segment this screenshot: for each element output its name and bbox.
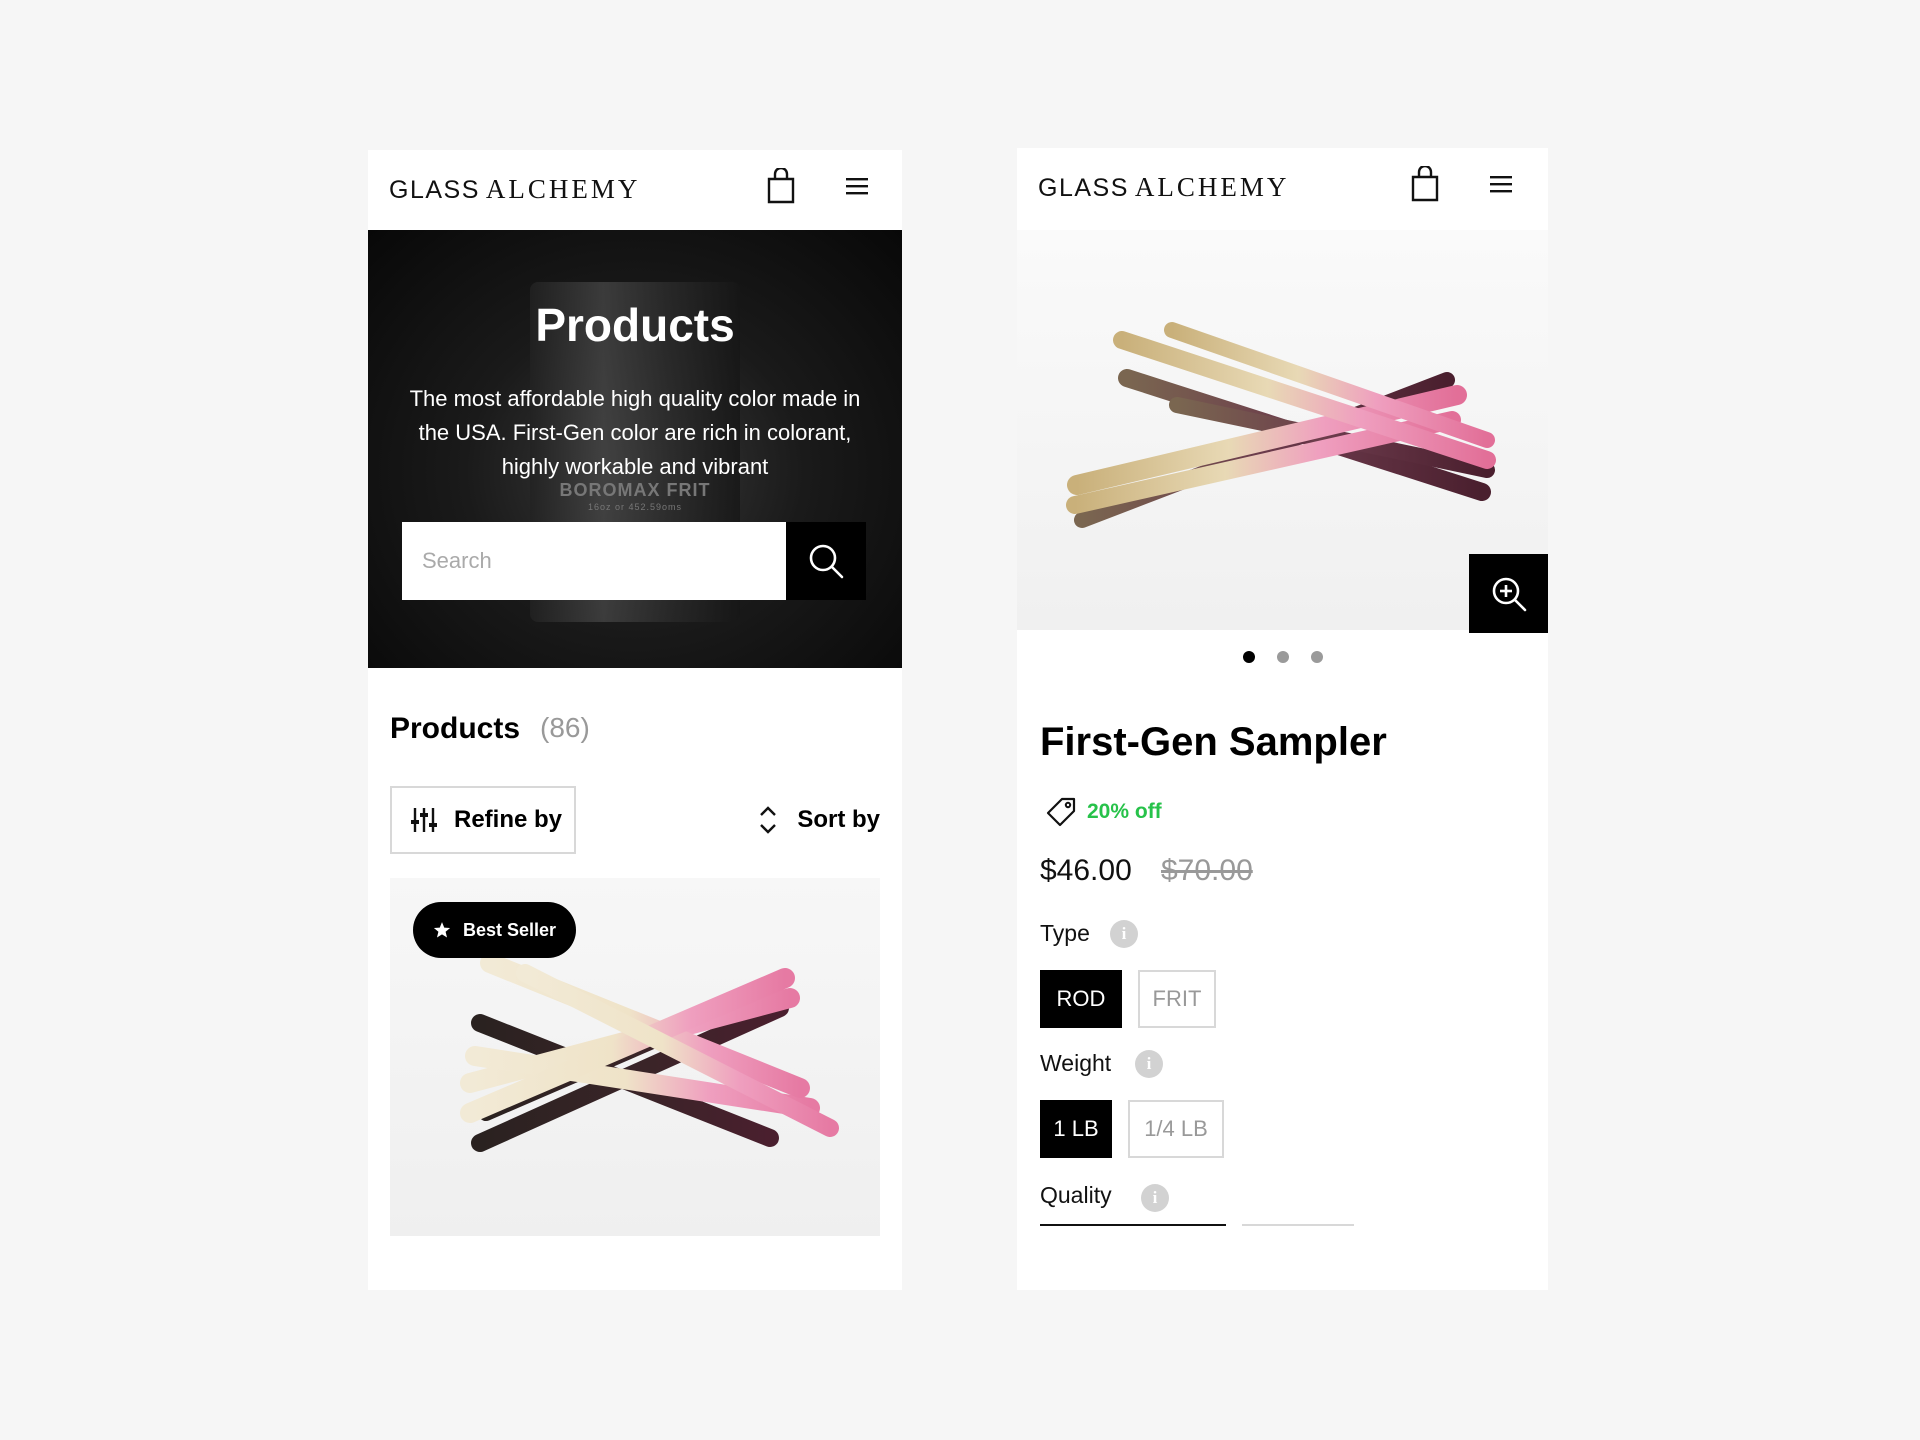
best-seller-label: Best Seller	[463, 919, 557, 940]
site-header: GLASS ALCHEMY	[1017, 148, 1548, 228]
quality-label: Quality	[1040, 1182, 1112, 1208]
weight-option-quarter-lb[interactable]: 1/4 LB	[1128, 1100, 1224, 1158]
shopping-bag-icon[interactable]	[1408, 164, 1442, 202]
zoom-in-icon	[1492, 577, 1526, 611]
discount-indicator: 20% off	[1045, 796, 1162, 828]
type-option-frit[interactable]: FRIT	[1138, 970, 1216, 1028]
products-count: (86)	[540, 712, 590, 743]
carousel-dot-3[interactable]	[1310, 651, 1323, 663]
info-icon[interactable]: i	[1135, 1050, 1163, 1078]
original-price: $70.00	[1161, 854, 1253, 887]
quality-tab-active[interactable]	[1040, 1224, 1226, 1226]
sort-by-button[interactable]: Sort by	[757, 800, 880, 840]
carousel-dots	[1017, 650, 1548, 664]
hero-banner: BOROMAX FRIT 16oz or 452.59oms Products …	[368, 230, 902, 668]
refine-by-button[interactable]: Refine by	[390, 786, 576, 854]
hamburger-menu-icon[interactable]	[1488, 172, 1516, 196]
logo-word-glass: GLASS	[1038, 174, 1129, 202]
shopping-bag-icon[interactable]	[764, 166, 798, 204]
star-icon	[433, 922, 451, 938]
search-button[interactable]	[786, 522, 866, 600]
logo-word-glass: GLASS	[389, 176, 480, 204]
discount-text: 20% off	[1087, 800, 1162, 823]
logo-word-alchemy: ALCHEMY	[1134, 172, 1290, 202]
sliders-icon	[411, 808, 437, 832]
jar-sublabel-text: 16oz or 452.59oms	[587, 502, 683, 512]
refine-by-label: Refine by	[454, 806, 563, 833]
product-listing-screen: GLASS ALCHEMY BOROMAX FRIT 16oz or 452.59…	[368, 150, 902, 1290]
type-option-rod[interactable]: ROD	[1040, 970, 1122, 1028]
weight-option-1lb[interactable]: 1 LB	[1040, 1100, 1112, 1158]
weight-label: Weight	[1040, 1050, 1112, 1076]
sort-by-label: Sort by	[797, 806, 880, 833]
current-price: $46.00	[1040, 854, 1132, 887]
info-icon[interactable]: i	[1110, 920, 1138, 948]
products-heading: Products	[390, 712, 521, 745]
logo-word-alchemy: ALCHEMY	[485, 174, 641, 204]
product-detail-screen: GLASS ALCHEMY First-Gen Sampler 20% off …	[1017, 148, 1548, 1290]
quality-tab-inactive[interactable]	[1242, 1224, 1354, 1226]
zoom-button[interactable]	[1469, 554, 1548, 633]
carousel-dot-2[interactable]	[1276, 651, 1289, 663]
hero-title: Products	[535, 299, 735, 351]
hero-description: The most affordable high quality color m…	[409, 386, 861, 479]
sort-arrows-icon	[760, 806, 777, 834]
search-input[interactable]	[402, 522, 786, 600]
info-icon[interactable]: i	[1141, 1184, 1169, 1212]
type-label: Type	[1040, 920, 1090, 946]
brand-logo[interactable]: GLASS ALCHEMY	[1038, 172, 1289, 203]
search-icon	[809, 544, 844, 579]
best-seller-badge: Best Seller	[413, 902, 577, 958]
product-title: First-Gen Sampler	[1040, 720, 1387, 764]
product-card[interactable]: Best Seller	[390, 878, 880, 1236]
carousel-dot-1[interactable]	[1242, 651, 1255, 663]
site-header: GLASS ALCHEMY	[368, 150, 902, 230]
hamburger-menu-icon[interactable]	[844, 174, 872, 198]
price-tag-icon	[1046, 797, 1076, 827]
brand-logo[interactable]: GLASS ALCHEMY	[389, 174, 640, 205]
